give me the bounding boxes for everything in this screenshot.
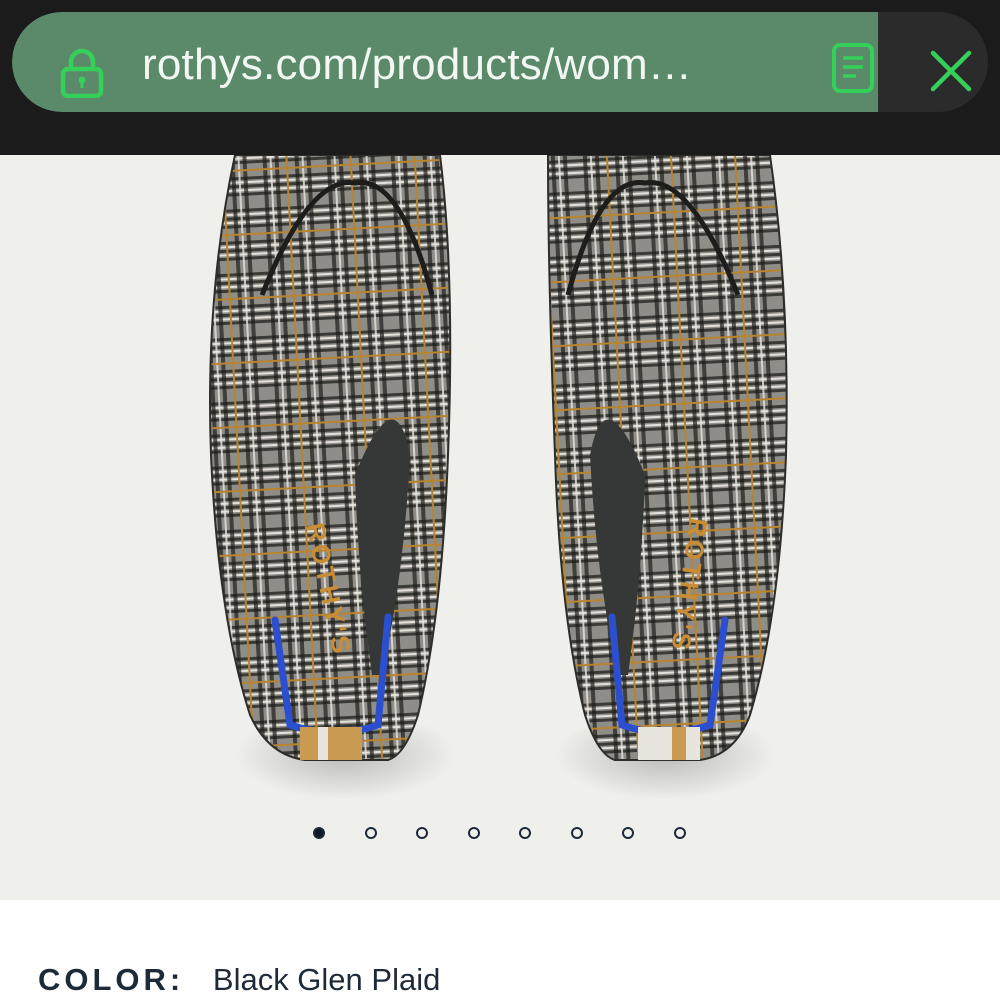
carousel-dot-3[interactable] bbox=[416, 827, 428, 839]
lock-icon bbox=[60, 48, 104, 98]
carousel-dot-8[interactable] bbox=[673, 827, 686, 839]
product-image-carousel[interactable]: ROTHY'S ROTHY'S bbox=[0, 155, 1000, 900]
color-value: Black Glen Plaid bbox=[212, 962, 441, 997]
url-field[interactable]: rothys.com/products/wom… bbox=[12, 12, 878, 112]
reader-mode-icon[interactable] bbox=[830, 42, 876, 94]
carousel-pagination[interactable] bbox=[0, 827, 1000, 847]
url-text[interactable]: rothys.com/products/wom… bbox=[142, 40, 692, 90]
address-bar[interactable]: rothys.com/products/wom… bbox=[12, 12, 988, 112]
color-selection: COLOR: Black Glen Plaid bbox=[38, 962, 440, 998]
carousel-dot-1[interactable] bbox=[313, 827, 325, 839]
right-shoe bbox=[546, 155, 788, 800]
carousel-dot-2[interactable] bbox=[364, 827, 377, 839]
left-shoe bbox=[209, 155, 455, 800]
carousel-dot-4[interactable] bbox=[467, 827, 480, 839]
color-label: COLOR: bbox=[38, 962, 185, 997]
close-icon[interactable] bbox=[928, 48, 974, 94]
browser-top-bar: rothys.com/products/wom… bbox=[0, 0, 1000, 155]
carousel-dot-6[interactable] bbox=[570, 827, 583, 839]
carousel-dot-7[interactable] bbox=[622, 827, 634, 839]
product-photo: ROTHY'S ROTHY'S bbox=[209, 155, 788, 800]
carousel-dot-5[interactable] bbox=[519, 827, 531, 839]
